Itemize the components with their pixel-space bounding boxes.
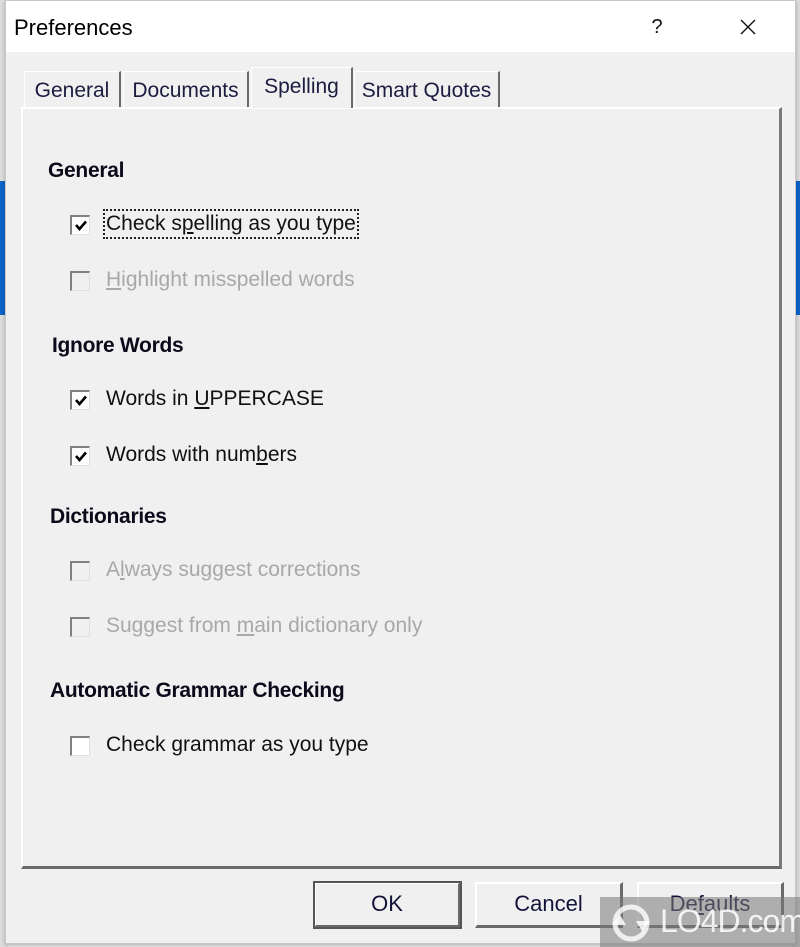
checkbox-box[interactable]	[70, 561, 90, 581]
help-icon: ?	[651, 16, 663, 38]
lo4d-logo-icon	[612, 904, 650, 942]
option-label: Words with numbers	[106, 443, 298, 466]
spelling-panel: General Check spelling as you type Highl…	[21, 107, 782, 869]
tab-strip: General Documents Spelling Smart Quotes	[6, 67, 795, 108]
checkmark-icon	[75, 451, 87, 462]
checkbox-box[interactable]	[70, 271, 90, 291]
checkbox-box[interactable]	[70, 215, 90, 235]
section-title-dictionaries: Dictionaries	[50, 505, 167, 528]
option-label: Words in UPPERCASE	[106, 387, 324, 410]
checkbox-box[interactable]	[70, 446, 90, 466]
checkbox-box[interactable]	[70, 736, 90, 756]
option-label: Always suggest corrections	[106, 558, 361, 581]
checkmark-icon	[75, 220, 87, 231]
close-button[interactable]	[728, 9, 768, 45]
checkbox-box[interactable]	[70, 390, 90, 410]
tab-spelling[interactable]: Spelling	[251, 67, 353, 108]
section-title-ignore-words: Ignore Words	[52, 334, 184, 357]
preferences-dialog: Preferences ? General Documents Spelling…	[5, 0, 796, 944]
title-bar: Preferences ?	[6, 1, 795, 52]
watermark-text: LO4D.com	[660, 903, 800, 939]
tab-documents[interactable]: Documents	[123, 71, 249, 107]
help-button[interactable]: ?	[642, 13, 672, 41]
checkbox-box[interactable]	[70, 617, 90, 637]
close-icon	[740, 19, 756, 35]
option-label: Highlight misspelled words	[106, 268, 355, 291]
section-title-general: General	[48, 159, 125, 182]
option-label: Check spelling as you type	[103, 209, 359, 239]
tab-smart-quotes[interactable]: Smart Quotes	[354, 71, 500, 107]
ok-button[interactable]: OK	[313, 881, 462, 929]
tab-general[interactable]: General	[24, 71, 121, 107]
window-title: Preferences	[14, 15, 133, 40]
option-label: Check grammar as you type	[106, 733, 369, 756]
option-label: Suggest from main dictionary only	[106, 614, 423, 637]
section-title-grammar: Automatic Grammar Checking	[50, 679, 345, 702]
watermark: LO4D.com	[600, 897, 800, 947]
checkmark-icon	[75, 395, 87, 406]
